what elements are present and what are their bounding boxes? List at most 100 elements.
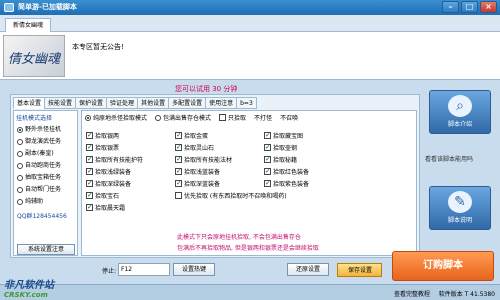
checkbox[interactable]	[175, 155, 182, 163]
pickup-modes: 纯原地杀怪拾取模式 包满出售存仓模式 只拾取 不打怪 不召唤	[85, 113, 298, 122]
brand-watermark: 非凡软件站 CRSKY.com	[4, 280, 54, 299]
tab-multi-config[interactable]: 多配置设置	[168, 97, 207, 109]
settings-panel: 基本设置 技能设置 保护设置 验证处理 其他设置 多配置设置 使用注意 b=3 …	[10, 94, 420, 258]
mode-option[interactable]: 纯辅助	[14, 196, 77, 208]
version-text: 软件版本 T 41.5380	[438, 291, 495, 298]
settings-tabs: 基本设置 技能设置 保护设置 验证处理 其他设置 多配置设置 使用注意 b=3	[13, 97, 257, 109]
pickup-option[interactable]: 拾取灵山石	[175, 143, 214, 152]
radio-icon[interactable]	[17, 127, 23, 133]
checkbox[interactable]	[86, 131, 93, 139]
pickup-option[interactable]: 拾取所有技能法材	[175, 155, 232, 164]
save-settings-button[interactable]: 保存设置	[337, 263, 382, 277]
pickup-option[interactable]: 拾取藏宝图	[264, 131, 303, 140]
notice-area: 倩女幽魂 本专区暂无公告!	[0, 32, 500, 80]
radio-icon[interactable]	[17, 199, 23, 205]
radio-icon[interactable]	[17, 151, 23, 157]
tutorial-link[interactable]: 查看完整教程	[394, 289, 430, 298]
maximize-button[interactable]: □	[461, 1, 478, 13]
tab-basic-settings[interactable]: 基本设置	[13, 97, 46, 109]
checkbox[interactable]	[175, 192, 182, 199]
trial-text: 您可以试用 30 分钟	[175, 85, 238, 93]
tab-verify[interactable]: 验证处理	[106, 97, 139, 109]
notice-text: 本专区暂无公告!	[72, 43, 124, 51]
mode-option[interactable]: 自动帮门任务	[14, 184, 77, 196]
pickup-option[interactable]: 拾取紫色装备	[264, 179, 309, 188]
view-script-link[interactable]: 看看该脚本能用吗	[425, 154, 473, 163]
checkbox[interactable]	[86, 179, 93, 187]
checkbox[interactable]	[264, 131, 271, 139]
tab-protect-settings[interactable]: 保护设置	[75, 97, 108, 109]
pickup-option[interactable]: 拾取银票	[86, 143, 119, 152]
checkbox[interactable]	[86, 155, 93, 163]
mode-item[interactable]: 包满出售存仓模式	[155, 113, 211, 122]
mode-option[interactable]: 抽取宝箱任务	[14, 172, 77, 184]
checkbox[interactable]	[264, 179, 271, 187]
checkbox[interactable]	[219, 114, 227, 121]
checkbox[interactable]	[175, 167, 182, 175]
mode-item: 不召唤	[280, 115, 299, 122]
checkbox[interactable]	[264, 167, 271, 175]
game-logo: 倩女幽魂	[3, 35, 65, 77]
tab-skill-settings[interactable]: 技能设置	[44, 97, 77, 109]
checkbox[interactable]	[175, 179, 182, 187]
mode-option[interactable]: 野外杀怪挂机	[14, 124, 77, 136]
checkbox[interactable]	[86, 191, 93, 199]
checkbox[interactable]	[264, 143, 271, 151]
radio-icon[interactable]	[85, 114, 91, 121]
pickup-option[interactable]: 拾取宝石	[86, 191, 119, 200]
options-area: 纯原地杀怪拾取模式 包满出售存仓模式 只拾取 不打怪 不召唤 拾取银两拾取金蛋拾…	[81, 110, 417, 256]
game-tab-strip: 新倩女幽魂	[0, 15, 500, 32]
pickup-option[interactable]: 拾取深绿装备	[86, 179, 131, 188]
restore-settings-button[interactable]: 还原设置	[287, 263, 329, 276]
order-script-button[interactable]: 订购脚本	[392, 251, 494, 281]
pickup-option[interactable]: 拾取秘籍	[264, 155, 297, 164]
close-button[interactable]: ×	[480, 1, 497, 13]
pickup-option[interactable]: 拾取银两	[86, 131, 119, 140]
mode-option[interactable]: 御龙演武任务	[14, 136, 77, 148]
warning-line-1: 此模式下只会原地挂机拾取, 不会包满出售存仓	[177, 234, 301, 241]
radio-icon[interactable]	[17, 175, 23, 181]
pickup-option[interactable]: 拾取深蓝装备	[175, 179, 220, 188]
mode-selector: 挂机模式选择 野外杀怪挂机 御龙演武任务 副本(秦皇) 自动跑商任务 抽取宝箱任…	[13, 110, 78, 256]
pickup-option[interactable]: 拾取所有技能护符	[86, 155, 143, 164]
checkbox[interactable]	[86, 203, 93, 211]
tab-extra[interactable]: b=3	[236, 97, 257, 109]
radio-icon[interactable]	[17, 139, 23, 145]
mode-item[interactable]: 纯原地杀怪拾取模式	[85, 113, 147, 122]
hotkey-field[interactable]: F12	[118, 263, 170, 276]
checkbox[interactable]	[86, 143, 93, 151]
tab-game[interactable]: 新倩女幽魂	[5, 18, 51, 32]
tab-other-settings[interactable]: 其他设置	[137, 97, 170, 109]
checkbox[interactable]	[175, 131, 182, 139]
logo-text: 倩女幽魂	[8, 52, 61, 67]
stop-label: 停止:	[102, 268, 117, 275]
mode-item[interactable]: 只拾取	[219, 113, 246, 122]
mode-item: 不打怪	[254, 115, 273, 122]
app-icon	[4, 3, 14, 12]
document-icon: ✎	[448, 191, 472, 213]
qq-group: QQ群128454456	[17, 213, 67, 220]
mode-option[interactable]: 自动跑商任务	[14, 160, 77, 172]
pickup-option[interactable]: 拾取晨天霜	[86, 203, 125, 212]
pickup-option[interactable]: 拾取红色装备	[264, 167, 309, 176]
magnifier-icon: ⌕	[448, 95, 472, 117]
pickup-option[interactable]: 拾取浅蓝装备	[175, 167, 220, 176]
minimize-button[interactable]: –	[442, 1, 459, 13]
pickup-option[interactable]: 拾取浅绿装备	[86, 167, 131, 176]
radio-icon[interactable]	[17, 163, 23, 169]
pickup-option[interactable]: 优先拾取 (有东西拾取时不召唤和喝药)	[175, 191, 287, 200]
radio-icon[interactable]	[17, 187, 23, 193]
script-manual-button[interactable]: ✎ 脚本说明	[429, 186, 491, 230]
set-hotkey-button[interactable]: 设置热键	[173, 263, 215, 276]
pickup-option[interactable]: 拾取金蛋	[175, 131, 208, 140]
pickup-option[interactable]: 拾取壶钢	[264, 143, 297, 152]
script-intro-button[interactable]: ⌕ 脚本介绍	[429, 90, 491, 134]
checkbox[interactable]	[264, 155, 271, 163]
window-title: 简单游-已加载脚本	[18, 3, 77, 11]
checkbox[interactable]	[175, 143, 182, 151]
mode-option[interactable]: 副本(秦皇)	[14, 148, 77, 160]
tab-usage-notes[interactable]: 使用注意	[205, 97, 238, 109]
radio-icon[interactable]	[155, 114, 162, 121]
checkbox[interactable]	[86, 167, 93, 175]
system-settings-button[interactable]: 系统设置注意	[17, 244, 75, 255]
